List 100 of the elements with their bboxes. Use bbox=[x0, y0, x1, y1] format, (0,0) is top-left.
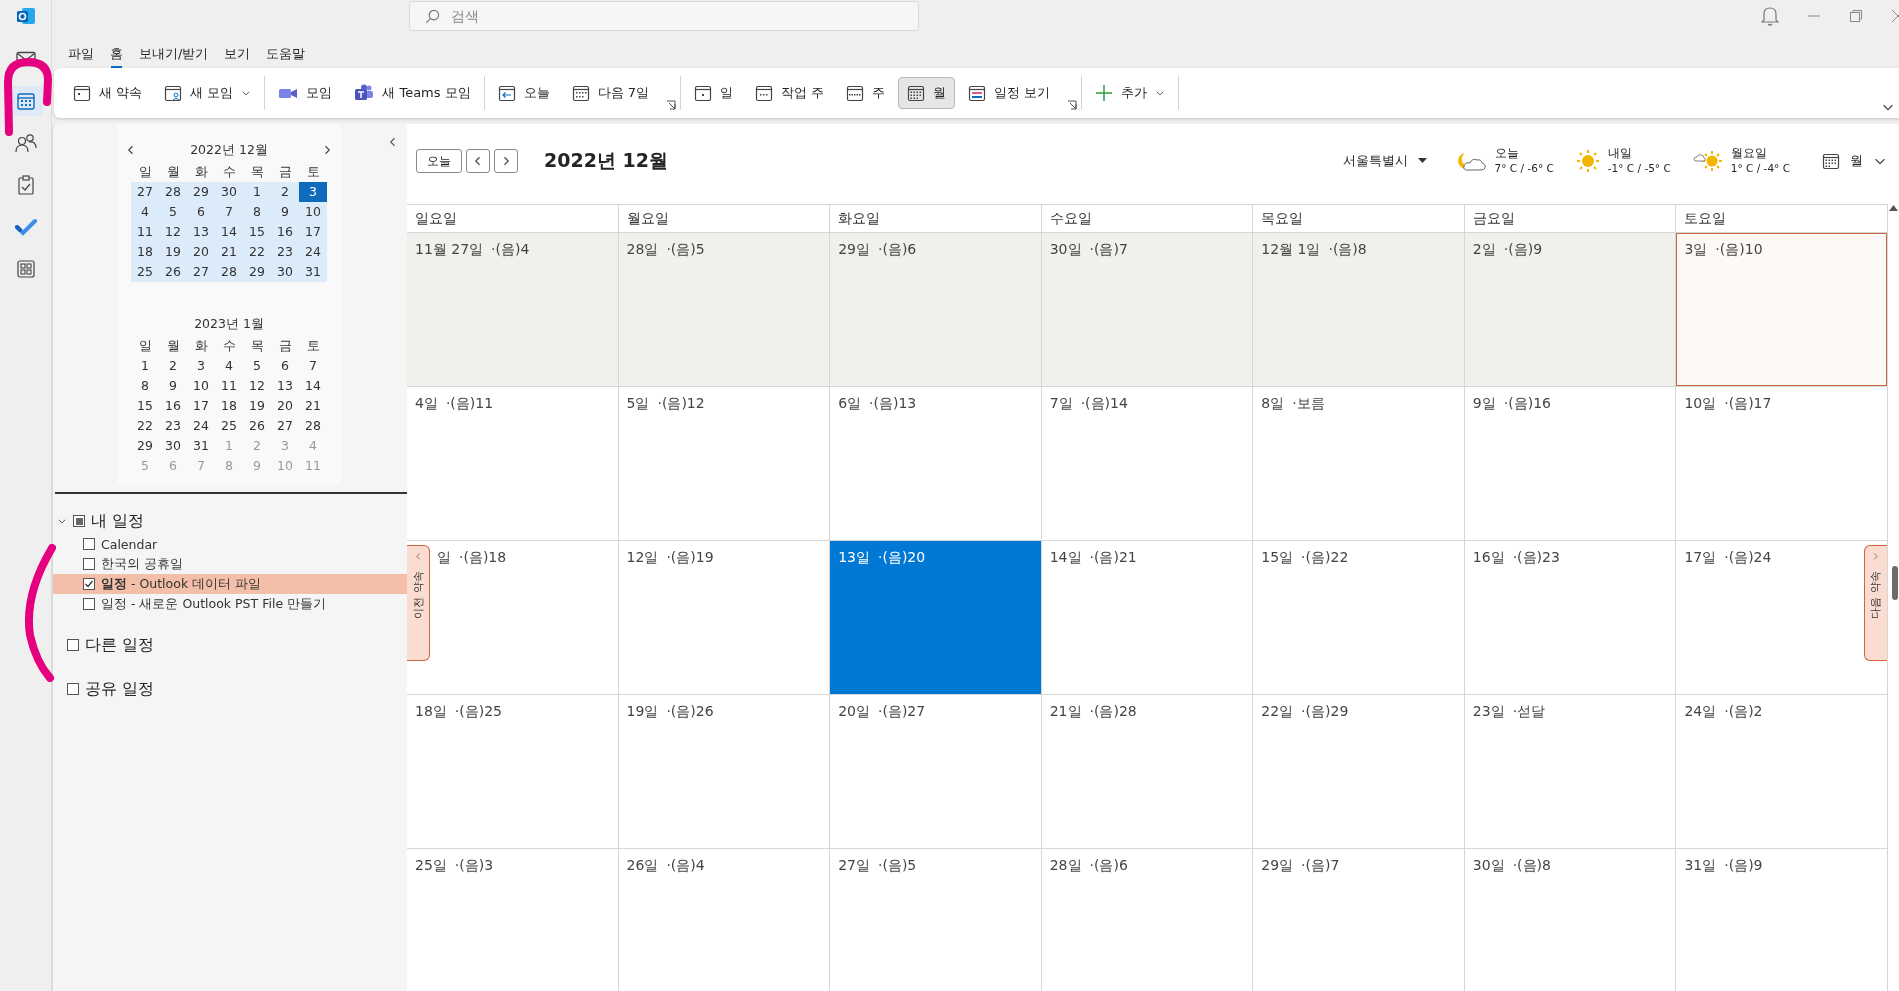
menu-tab[interactable]: 보기 bbox=[216, 42, 259, 66]
bell-icon[interactable] bbox=[1761, 6, 1779, 26]
date-cell[interactable]: 25 bbox=[215, 416, 243, 436]
view-switcher[interactable]: 월 bbox=[1822, 152, 1887, 170]
next-button[interactable] bbox=[494, 149, 518, 173]
day-cell[interactable]: 12월 1일 ·(음)8 bbox=[1253, 233, 1465, 387]
calendar-list-item[interactable]: Calendar bbox=[53, 534, 407, 554]
day-cell[interactable]: 30일 ·(음)7 bbox=[1041, 233, 1254, 387]
date-cell[interactable]: 14 bbox=[215, 222, 243, 242]
date-cell[interactable]: 31 bbox=[187, 436, 215, 456]
calendar-list-item[interactable]: 일정 - Outlook 데이터 파일 bbox=[53, 574, 407, 594]
date-cell[interactable]: 1 bbox=[243, 182, 271, 202]
ribbon-button[interactable]: 추가 bbox=[1086, 77, 1175, 109]
date-cell[interactable]: 10 bbox=[299, 202, 327, 222]
group-checkbox[interactable] bbox=[73, 515, 85, 527]
day-cell[interactable]: 18일 ·(음)25 bbox=[407, 695, 619, 849]
date-cell[interactable]: 30 bbox=[215, 182, 243, 202]
previous-appointment-tab[interactable]: 이전 약속 bbox=[407, 545, 430, 661]
date-cell[interactable]: 15 bbox=[131, 396, 159, 416]
date-cell[interactable]: 4 bbox=[215, 356, 243, 376]
ribbon-button[interactable]: 모임 bbox=[269, 77, 342, 109]
day-cell[interactable]: 8일 ·보름 bbox=[1253, 387, 1465, 541]
restore-icon[interactable] bbox=[1849, 9, 1863, 23]
date-cell[interactable]: 25 bbox=[131, 262, 159, 282]
menu-tab[interactable]: 보내기/받기 bbox=[131, 42, 217, 66]
date-cell[interactable]: 21 bbox=[215, 242, 243, 262]
ribbon-button[interactable]: 새 약속 bbox=[64, 77, 152, 109]
ribbon-button[interactable]: 오늘 bbox=[488, 77, 559, 109]
date-cell[interactable]: 22 bbox=[131, 416, 159, 436]
date-cell[interactable]: 9 bbox=[159, 376, 187, 396]
calendar-group-label[interactable]: 다른 일정 bbox=[85, 634, 155, 656]
date-cell[interactable]: 18 bbox=[131, 242, 159, 262]
date-cell[interactable]: 9 bbox=[271, 202, 299, 222]
day-cell[interactable]: 2일 ·(음)9 bbox=[1464, 233, 1677, 387]
date-cell[interactable]: 20 bbox=[187, 242, 215, 262]
date-cell[interactable]: 11 bbox=[131, 222, 159, 242]
menu-tab[interactable]: 홈 bbox=[102, 42, 131, 66]
day-cell[interactable]: 11월 27일 ·(음)4 bbox=[407, 233, 619, 387]
ribbon-button[interactable]: 새 Teams 모임 bbox=[345, 77, 480, 109]
calendar-group-label[interactable]: 공유 일정 bbox=[85, 678, 155, 700]
date-cell[interactable]: 2 bbox=[159, 356, 187, 376]
day-cell[interactable]: 27일 ·(음)5 bbox=[830, 849, 1042, 991]
group-checkbox[interactable] bbox=[67, 639, 79, 651]
day-cell[interactable]: 10일 ·(음)17 bbox=[1676, 387, 1888, 541]
date-cell[interactable]: 12 bbox=[159, 222, 187, 242]
date-cell[interactable]: 21 bbox=[299, 396, 327, 416]
date-cell[interactable]: 13 bbox=[271, 376, 299, 396]
scroll-up-icon[interactable] bbox=[1889, 204, 1898, 212]
date-cell[interactable]: 2 bbox=[271, 182, 299, 202]
date-cell[interactable]: 15 bbox=[243, 222, 271, 242]
dialog-launcher-icon[interactable] bbox=[1067, 100, 1078, 110]
day-cell[interactable]: 16일 ·(음)23 bbox=[1464, 541, 1677, 695]
date-cell[interactable]: 17 bbox=[299, 222, 327, 242]
date-cell[interactable]: 5 bbox=[243, 356, 271, 376]
calendar-group-label[interactable]: 내 일정 bbox=[91, 510, 145, 532]
date-cell[interactable]: 1 bbox=[131, 356, 159, 376]
day-cell[interactable]: 28일 ·(음)5 bbox=[618, 233, 831, 387]
date-cell[interactable]: 26 bbox=[159, 262, 187, 282]
menu-tab[interactable]: 파일 bbox=[60, 42, 102, 66]
date-cell[interactable]: 6 bbox=[271, 356, 299, 376]
checkbox[interactable] bbox=[83, 578, 95, 590]
day-cell[interactable]: 26일 ·(음)4 bbox=[618, 849, 831, 991]
date-cell[interactable]: 27 bbox=[187, 262, 215, 282]
checkbox[interactable] bbox=[83, 558, 95, 570]
date-cell[interactable]: 19 bbox=[243, 396, 271, 416]
date-cell[interactable]: 27 bbox=[131, 182, 159, 202]
date-cell[interactable]: 20 bbox=[271, 396, 299, 416]
date-cell[interactable]: 22 bbox=[243, 242, 271, 262]
day-cell[interactable]: 7일 ·(음)14 bbox=[1041, 387, 1254, 541]
day-cell[interactable]: 28일 ·(음)6 bbox=[1041, 849, 1254, 991]
date-cell[interactable]: 11 bbox=[215, 376, 243, 396]
calendar-list-item[interactable]: 한국의 공휴일 bbox=[53, 554, 407, 574]
scrollbar-thumb[interactable] bbox=[1892, 566, 1898, 600]
day-cell[interactable]: 20일 ·(음)27 bbox=[830, 695, 1042, 849]
date-cell[interactable]: 30 bbox=[159, 436, 187, 456]
ribbon-button[interactable]: 작업 주 bbox=[746, 77, 834, 109]
date-cell[interactable]: 28 bbox=[215, 262, 243, 282]
day-cell[interactable]: 5일 ·(음)12 bbox=[618, 387, 831, 541]
ribbon-button[interactable]: 일정 보기 bbox=[959, 77, 1060, 109]
next-appointment-tab[interactable]: 다음 약속 bbox=[1864, 545, 1887, 661]
day-cell[interactable]: 17일 ·(음)24 다음 약속 bbox=[1676, 541, 1888, 695]
date-cell[interactable]: 16 bbox=[271, 222, 299, 242]
date-cell[interactable]: 28 bbox=[299, 416, 327, 436]
day-cell[interactable]: 14일 ·(음)21 bbox=[1041, 541, 1254, 695]
date-cell[interactable]: 5 bbox=[159, 202, 187, 222]
day-cell[interactable]: 29일 ·(음)6 bbox=[830, 233, 1042, 387]
date-cell[interactable]: 29 bbox=[131, 436, 159, 456]
day-cell[interactable]: 21일 ·(음)28 bbox=[1041, 695, 1254, 849]
day-cell[interactable]: 19일 ·(음)26 bbox=[618, 695, 831, 849]
day-cell[interactable]: 30일 ·(음)8 bbox=[1464, 849, 1677, 991]
date-cell[interactable]: 23 bbox=[271, 242, 299, 262]
checkbox[interactable] bbox=[83, 598, 95, 610]
search-field[interactable]: 검색 bbox=[409, 1, 919, 31]
date-cell[interactable]: 27 bbox=[271, 416, 299, 436]
date-cell[interactable]: 3 bbox=[187, 356, 215, 376]
date-cell[interactable]: 18 bbox=[215, 396, 243, 416]
day-cell[interactable]: 29일 ·(음)7 bbox=[1253, 849, 1465, 991]
day-cell[interactable]: 일 ·(음)18 이전 약속 bbox=[407, 541, 619, 695]
date-cell[interactable]: 4 bbox=[131, 202, 159, 222]
date-cell[interactable]: 12 bbox=[243, 376, 271, 396]
